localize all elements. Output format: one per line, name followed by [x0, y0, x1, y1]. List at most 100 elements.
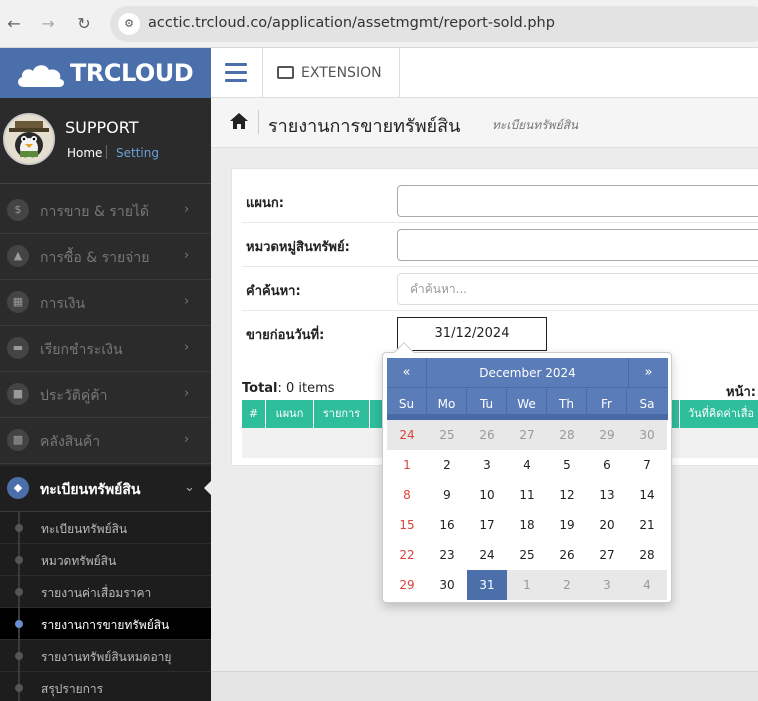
calendar-day[interactable]: 5 — [547, 450, 587, 480]
calendar-day[interactable]: 27 — [507, 420, 547, 450]
setting-link[interactable]: Setting — [116, 146, 159, 160]
sidebar-item-assets[interactable]: ◆ ทะเบียนทรัพย์สิน ⌄ — [0, 466, 211, 512]
subitem-expired-report[interactable]: รายงานทรัพย์สินหมดอายุ — [0, 640, 211, 672]
calendar-day[interactable]: 27 — [587, 540, 627, 570]
address-bar[interactable]: ⚙ acctic.trcloud.co/application/assetmgm… — [110, 6, 758, 42]
bullet-icon — [15, 684, 23, 692]
month-title[interactable]: December 2024 — [427, 358, 628, 388]
calendar-day[interactable]: 6 — [587, 450, 627, 480]
calendar-day[interactable]: 1 — [507, 570, 547, 600]
calendar-day[interactable]: 9 — [427, 480, 467, 510]
calendar-day[interactable]: 28 — [547, 420, 587, 450]
calendar-day[interactable]: 4 — [627, 570, 667, 600]
next-month-button[interactable]: » — [628, 358, 668, 388]
calendar-day[interactable]: 14 — [627, 480, 667, 510]
calendar-day[interactable]: 7 — [627, 450, 667, 480]
back-icon[interactable]: ← — [2, 12, 26, 36]
category-select[interactable] — [397, 229, 758, 261]
category-row: หมวดหมู่สินทรัพย์: — [242, 223, 758, 267]
sidebar-item-label: ประวัติคู่ค้า — [40, 388, 108, 404]
calendar-day[interactable]: 23 — [427, 540, 467, 570]
calendar-day[interactable]: 17 — [467, 510, 507, 540]
sidebar-item-label: ทะเบียนทรัพย์สิน — [40, 482, 141, 498]
sidebar-item-label: เรียกชำระเงิน — [40, 342, 123, 358]
calendar-day[interactable]: 3 — [587, 570, 627, 600]
sidebar-item-contacts[interactable]: ■ ประวัติคู่ค้า › — [0, 372, 211, 418]
calendar-day[interactable]: 25 — [507, 540, 547, 570]
forward-icon[interactable]: → — [36, 12, 60, 36]
calendar-day[interactable]: 30 — [627, 420, 667, 450]
site-info-icon[interactable]: ⚙ — [118, 13, 140, 35]
calendar-day[interactable]: 8 — [387, 480, 427, 510]
search-input[interactable]: คำค้นหา... — [397, 273, 758, 305]
topbar: EXTENSION — [211, 48, 758, 98]
calendar-day[interactable]: 3 — [467, 450, 507, 480]
home-icon[interactable] — [229, 112, 249, 130]
calendar-day[interactable]: 4 — [507, 450, 547, 480]
extension-button[interactable]: EXTENSION — [301, 65, 382, 81]
active-indicator — [204, 481, 211, 495]
chevron-right-icon: › — [184, 248, 190, 263]
subitem-sold-report[interactable]: รายงานการขายทรัพย์สิน — [0, 608, 211, 640]
home-link[interactable]: Home — [67, 146, 102, 160]
subitem-label: หมวดทรัพย์สิน — [41, 554, 117, 568]
sidebar-item-finance[interactable]: ▦ การเงิน › — [0, 280, 211, 326]
cloud-logo-icon — [18, 65, 65, 87]
bullet-icon — [15, 652, 23, 660]
date-input[interactable]: 31/12/2024 — [397, 317, 547, 351]
calendar-day[interactable]: 24 — [467, 540, 507, 570]
calendar-day[interactable]: 10 — [467, 480, 507, 510]
calendar-day[interactable]: 2 — [547, 570, 587, 600]
subitem-asset-register[interactable]: ทะเบียนทรัพย์สิน — [0, 512, 211, 544]
column-header: วันที่คิดค่าเสื่อ — [687, 407, 755, 420]
browser-toolbar: ← → ↻ ⚙ acctic.trcloud.co/application/as… — [0, 0, 758, 48]
reload-icon[interactable]: ↻ — [72, 12, 96, 36]
calendar-day[interactable]: 29 — [587, 420, 627, 450]
calendar-day[interactable]: 1 — [387, 450, 427, 480]
calendar-day[interactable]: 18 — [507, 510, 547, 540]
chevron-right-icon: › — [184, 386, 190, 401]
subitem-summary[interactable]: สรุปรายการ — [0, 672, 211, 701]
user-name: SUPPORT — [65, 118, 139, 137]
calendar-day[interactable]: 20 — [587, 510, 627, 540]
prev-month-button[interactable]: « — [387, 358, 427, 388]
department-select[interactable] — [397, 185, 758, 217]
calendar-day[interactable]: 26 — [467, 420, 507, 450]
subitem-label: รายงานการขายทรัพย์สิน — [41, 618, 170, 632]
calendar-day[interactable]: 26 — [547, 540, 587, 570]
calendar-day[interactable]: 29 — [387, 570, 427, 600]
sidebar-item-billing[interactable]: ▬ เรียกชำระเงิน › — [0, 326, 211, 372]
calendar-day[interactable]: 16 — [427, 510, 467, 540]
calendar-day[interactable]: 28 — [627, 540, 667, 570]
calendar-day[interactable]: 13 — [587, 480, 627, 510]
sidebar-item-purchase[interactable]: ▲ การซื้อ & รายจ่าย › — [0, 234, 211, 280]
subitem-asset-category[interactable]: หมวดทรัพย์สิน — [0, 544, 211, 576]
calendar-day[interactable]: 21 — [627, 510, 667, 540]
department-row: แผนก: — [242, 179, 758, 223]
sidebar-item-sales[interactable]: $ การขาย & รายได้ › — [0, 188, 211, 234]
chevron-right-icon: › — [184, 294, 190, 309]
calendar-day[interactable]: 24 — [387, 420, 427, 450]
calendar-day[interactable]: 2 — [427, 450, 467, 480]
dollar-icon: $ — [7, 199, 29, 221]
calendar-day[interactable]: 12 — [547, 480, 587, 510]
chevron-right-icon: › — [184, 202, 190, 217]
user-panel: SUPPORT Home Setting — [0, 98, 211, 184]
subitem-depreciation-report[interactable]: รายงานค่าเสื่อมราคา — [0, 576, 211, 608]
total-label: Total — [242, 381, 278, 396]
logo-area[interactable]: TRCLOUD — [0, 48, 211, 98]
calendar-day[interactable]: 30 — [427, 570, 467, 600]
hamburger-menu-icon[interactable] — [225, 63, 247, 83]
calendar-day[interactable]: 25 — [427, 420, 467, 450]
calendar-day[interactable]: 19 — [547, 510, 587, 540]
url-text[interactable]: acctic.trcloud.co/application/assetmgmt/… — [148, 15, 555, 31]
calendar-day[interactable]: 11 — [507, 480, 547, 510]
divider — [399, 48, 400, 98]
category-label: หมวดหมู่สินทรัพย์: — [246, 240, 350, 255]
calendar-day[interactable]: 31 — [467, 570, 507, 600]
avatar[interactable] — [3, 113, 55, 165]
page-header: รายงานการขายทรัพย์สิน ทะเบียนทรัพย์สิน — [211, 98, 758, 148]
calendar-day[interactable]: 15 — [387, 510, 427, 540]
sidebar-item-inventory[interactable]: ▩ คลังสินค้า › — [0, 418, 211, 464]
calendar-day[interactable]: 22 — [387, 540, 427, 570]
